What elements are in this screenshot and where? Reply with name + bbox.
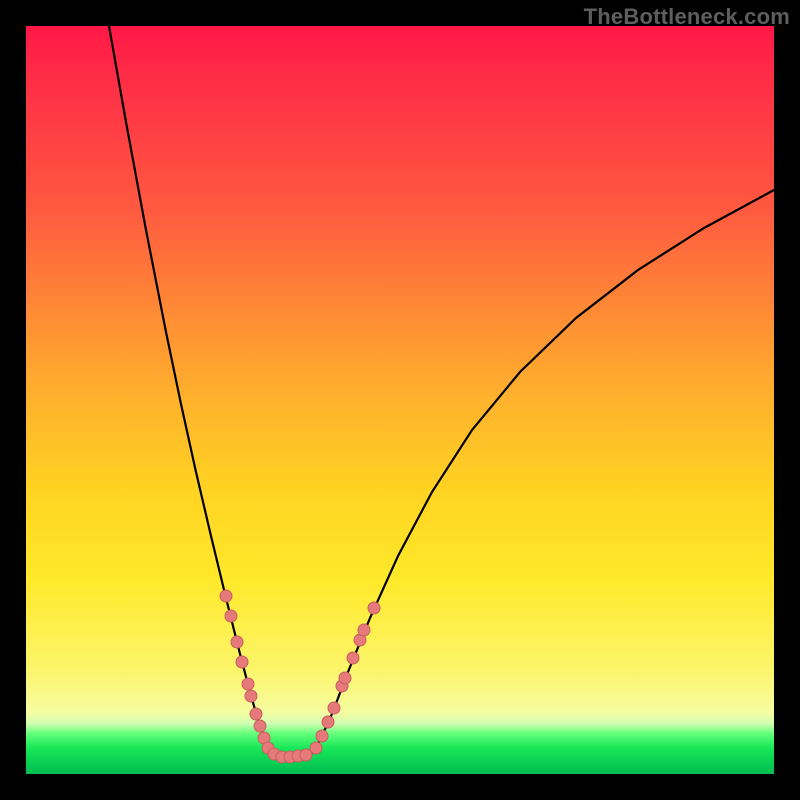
data-point-left bbox=[254, 720, 266, 732]
data-point-right bbox=[368, 602, 380, 614]
data-point-right bbox=[316, 730, 328, 742]
data-point-right bbox=[358, 624, 370, 636]
data-point-left bbox=[225, 610, 237, 622]
chart-stage: TheBottleneck.com bbox=[0, 0, 800, 800]
curve-layer bbox=[26, 26, 774, 774]
data-point-left bbox=[220, 590, 232, 602]
data-point-right bbox=[339, 672, 351, 684]
data-point-right bbox=[310, 742, 322, 754]
data-point-left bbox=[236, 656, 248, 668]
bottleneck-curve bbox=[109, 26, 774, 757]
data-point-left bbox=[242, 678, 254, 690]
watermark-text: TheBottleneck.com bbox=[584, 4, 790, 30]
data-point-left bbox=[231, 636, 243, 648]
data-point-right bbox=[322, 716, 334, 728]
data-point-left bbox=[245, 690, 257, 702]
data-point-left bbox=[250, 708, 262, 720]
data-point-right bbox=[328, 702, 340, 714]
data-point-right bbox=[347, 652, 359, 664]
plot-area bbox=[26, 26, 774, 774]
